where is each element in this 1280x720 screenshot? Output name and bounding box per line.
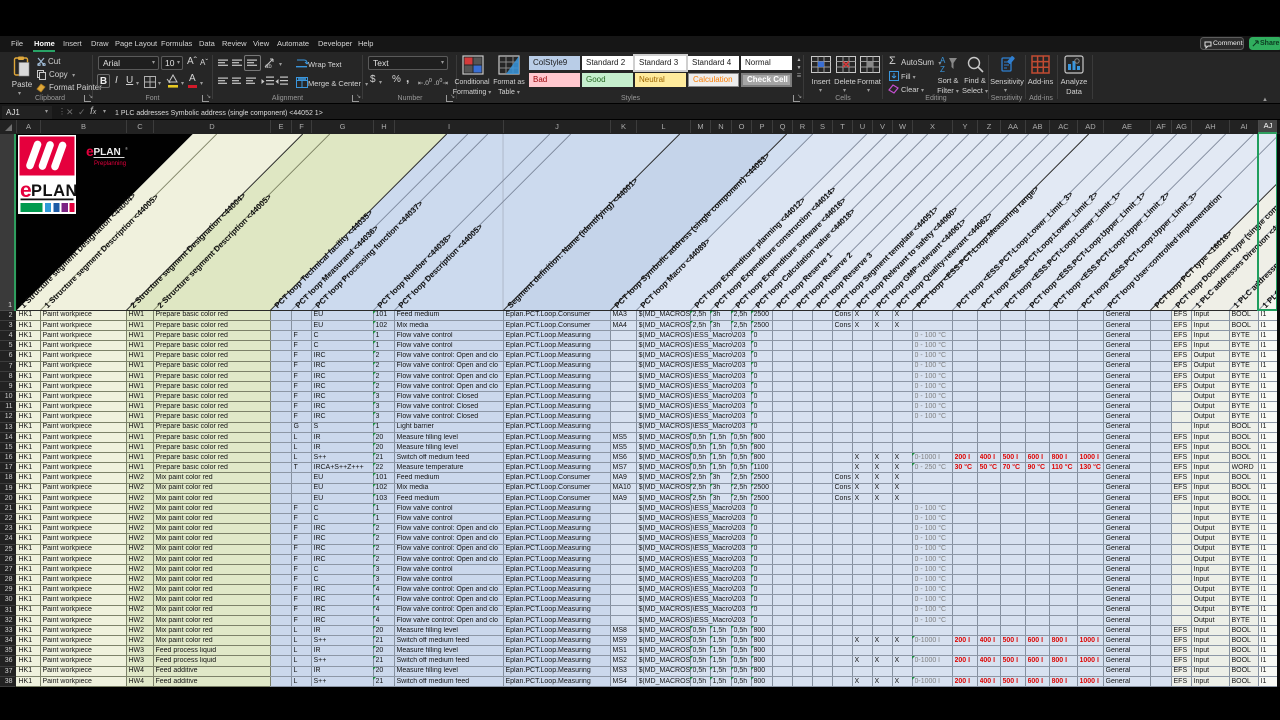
svg-text:ab: ab	[265, 64, 272, 69]
svg-text:PLAN: PLAN	[94, 147, 121, 158]
svg-text:®: ®	[125, 146, 128, 151]
svg-text:A: A	[940, 56, 946, 65]
svg-text:Preplanning: Preplanning	[94, 161, 126, 167]
svg-text:Z: Z	[940, 65, 945, 73]
svg-text:PLAN: PLAN	[31, 182, 76, 200]
